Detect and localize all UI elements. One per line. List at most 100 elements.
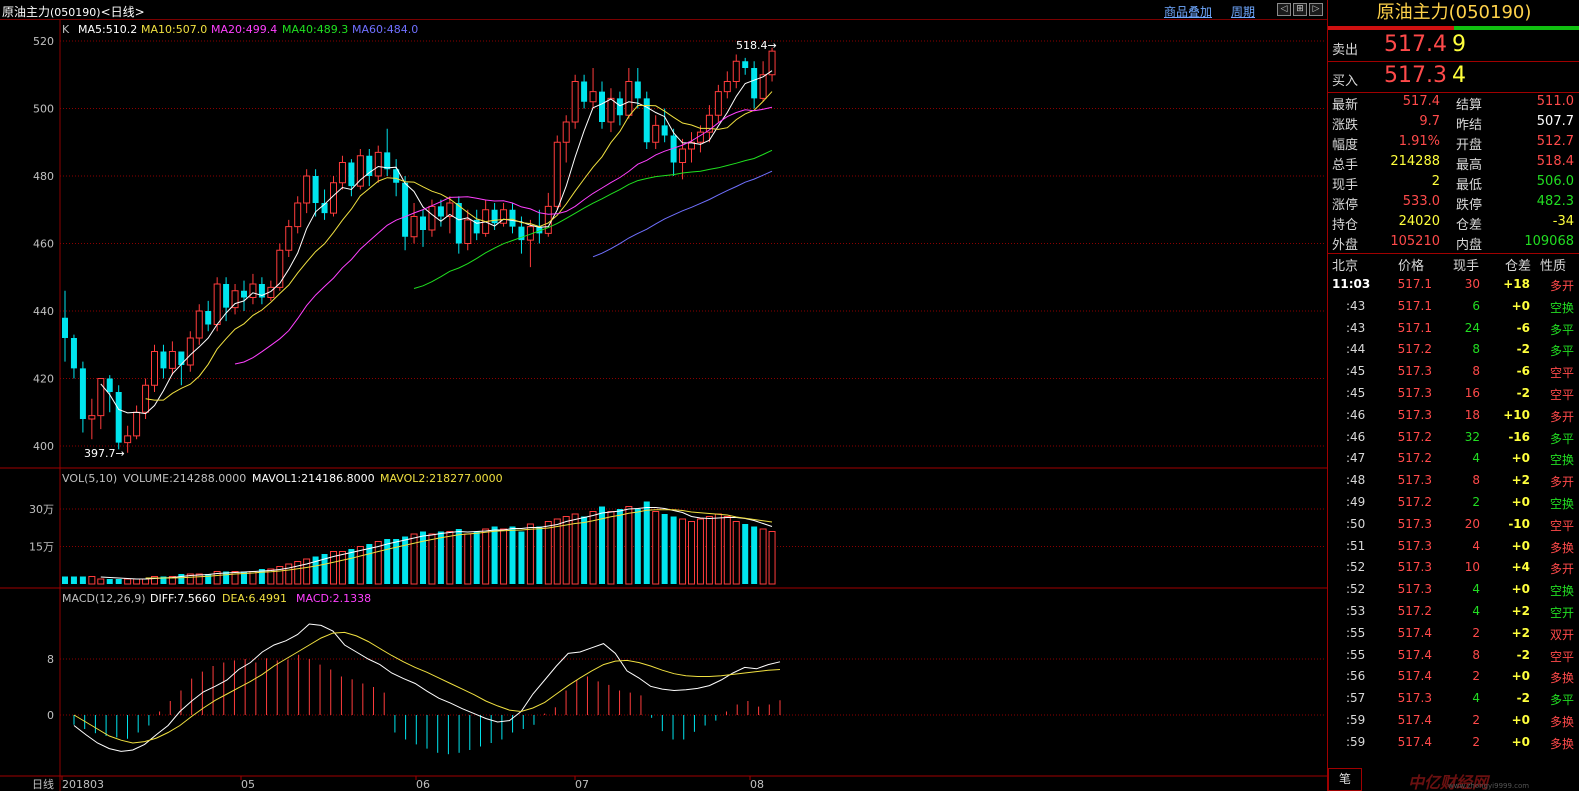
volume-bar (643, 501, 650, 584)
tick-diff: +4 (1511, 560, 1530, 575)
legend-ma10: MA10:507.0 (141, 23, 207, 36)
quote-value: 24020 (1398, 214, 1440, 229)
volume-bar (544, 521, 552, 585)
volume-bar (759, 528, 767, 585)
volume-bar (607, 511, 615, 585)
candle-body (634, 81, 641, 99)
quote-value: 533.0 (1402, 194, 1440, 209)
candle-body (723, 81, 731, 93)
sell-price: 517.4 (1384, 32, 1447, 57)
candle-body (437, 206, 444, 217)
quote-row: 持仓 24020 仓差 -34 (1328, 213, 1579, 233)
tick-header-price: 价格 (1398, 259, 1425, 274)
legend-macd: MACD(12,26,9) (62, 592, 146, 605)
x-tick-label: 05 (241, 778, 255, 791)
quote-row: 幅度 1.91% 开盘 512.7 (1328, 133, 1579, 153)
tick-diff: -2 (1516, 691, 1530, 706)
candle-body (562, 121, 570, 143)
volume-bar (500, 528, 508, 585)
tick-price: 517.4 (1397, 625, 1432, 640)
volume-bar (723, 516, 731, 585)
tick-nature: 多换 (1549, 736, 1574, 751)
candle-body (168, 351, 176, 369)
quote-row: 现手 2 最低 506.0 (1328, 173, 1579, 193)
tick-time: :59 (1346, 734, 1366, 749)
candle-body (420, 216, 426, 230)
y-tick-label: 500 (33, 103, 54, 116)
candle-body (348, 162, 355, 187)
tick-price: 517.1 (1397, 320, 1432, 335)
candle-body (249, 283, 257, 298)
volume-bar (518, 531, 525, 584)
candle-body (79, 368, 86, 419)
candle-body (661, 125, 668, 136)
tick-row: :59 517.4 2 +0 多换 (1328, 710, 1579, 732)
tick-row: :44 517.2 8 -2 多平 (1328, 339, 1579, 361)
kline-chart[interactable]: 520 500 480 460 440 420 400 518.4→ 397.7→ K MA5:51… (0, 20, 1327, 791)
candle-body (70, 338, 77, 369)
candle-body (589, 91, 597, 103)
volume-bar (768, 531, 776, 585)
tick-price: 517.3 (1397, 560, 1432, 575)
quote-label: 昨结 (1456, 118, 1483, 133)
tick-time: :55 (1346, 647, 1366, 662)
quote-label: 现手 (1332, 178, 1359, 193)
tick-time: :52 (1346, 582, 1366, 597)
tick-time: :56 (1346, 669, 1366, 684)
candle-body (285, 226, 293, 251)
tick-qty: 8 (1472, 647, 1480, 662)
legend-macd-value: MACD:2.1338 (296, 592, 371, 605)
x-tick-label: 06 (416, 778, 430, 791)
volume-bar (464, 533, 472, 585)
quote-value: 511.0 (1536, 94, 1574, 109)
candle-body (625, 81, 633, 116)
candle-body (679, 148, 687, 163)
tick-price: 517.3 (1397, 582, 1432, 597)
volume-bar (294, 561, 302, 585)
quote-label: 持仓 (1332, 218, 1359, 233)
tick-price: 517.4 (1397, 734, 1432, 749)
tick-list[interactable]: 11:03 517.1 30 +18 多开:43 517.1 6 +0 空换:43 517.1 24… (1328, 274, 1579, 754)
tick-time: :57 (1346, 691, 1366, 706)
volume-bar (732, 521, 740, 585)
tick-row: :43 517.1 6 +0 空换 (1328, 296, 1579, 318)
scroll-right-button[interactable]: ▷ (1309, 3, 1323, 16)
candle-body (751, 68, 758, 99)
candle-body (553, 141, 561, 207)
period-link[interactable]: 周期 (1231, 3, 1255, 20)
tick-qty: 6 (1472, 298, 1480, 313)
tick-diff: +2 (1511, 473, 1530, 488)
scroll-left-button[interactable]: ◁ (1277, 3, 1291, 16)
overlay-commodity-link[interactable]: 商品叠加 (1164, 3, 1212, 20)
quote-label: 总手 (1332, 158, 1359, 173)
instrument-code: (050190) (50, 6, 101, 19)
tick-time: :43 (1346, 320, 1366, 335)
macd-tick-label: 8 (47, 653, 54, 666)
tick-diff: +0 (1511, 713, 1530, 727)
tick-price: 517.2 (1397, 451, 1432, 466)
quote-label: 最低 (1456, 178, 1483, 193)
tick-qty: 2 (1472, 713, 1480, 727)
tick-time: :46 (1346, 407, 1366, 422)
volume-bar (133, 578, 141, 585)
x-tick-label: 08 (750, 778, 764, 791)
tick-time: :43 (1346, 298, 1366, 313)
candle-body (714, 91, 722, 116)
tick-nature: 多平 (1549, 431, 1574, 446)
sync-button[interactable]: ⊞ (1293, 3, 1307, 16)
buy-qty: 4 (1452, 63, 1466, 88)
quote-row: 最新 517.4 结算 511.0 (1328, 93, 1579, 113)
vol-tick-label: 15万 (29, 541, 54, 554)
tick-row: 11:03 517.1 30 +18 多开 (1328, 274, 1579, 296)
candle-body (338, 162, 346, 184)
quote-value: 517.4 (1402, 94, 1440, 109)
volume-bar (581, 516, 588, 584)
tick-row: :50 517.3 20 -10 空平 (1328, 514, 1579, 536)
instrument-name: 原油主力 (2, 5, 51, 19)
volume-bar (384, 539, 391, 584)
tick-price: 517.4 (1397, 669, 1432, 684)
tick-qty: 4 (1472, 451, 1480, 466)
tick-nature: 多开 (1549, 562, 1574, 577)
tab-ticks[interactable]: 笔 (1328, 768, 1362, 791)
tick-diff: -2 (1516, 386, 1530, 400)
